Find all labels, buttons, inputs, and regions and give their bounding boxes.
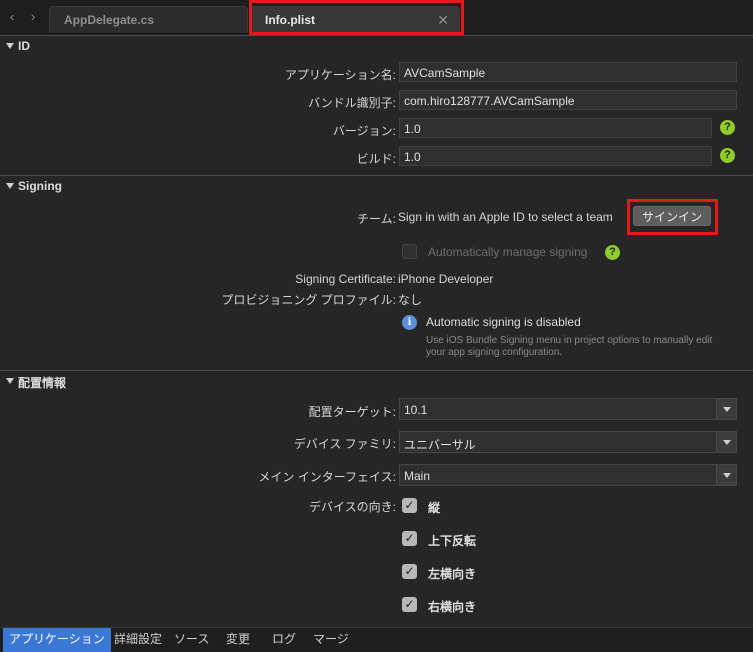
profile-label: プロビジョニング プロファイル: <box>221 293 396 307</box>
team-value: Sign in with an Apple ID to select a tea… <box>398 210 613 224</box>
editor-tab-bar: ‹ › AppDelegate.cs Info.plist ✕ <box>0 0 753 34</box>
target-label: 配置ターゲット: <box>308 405 396 419</box>
auto-manage-label: Automatically manage signing <box>428 245 588 259</box>
bottom-tab-changes[interactable]: 変更 <box>220 628 256 652</box>
bottom-tab-log[interactable]: ログ <box>266 628 302 652</box>
help-icon[interactable]: ? <box>720 120 735 135</box>
family-select[interactable]: ユニバーサル <box>399 431 737 453</box>
orientation-landscape-left-checkbox[interactable]: ✓ <box>402 564 417 579</box>
disclosure-triangle-icon[interactable] <box>6 183 14 189</box>
close-icon[interactable]: ✕ <box>437 12 449 29</box>
tab-info-plist[interactable]: Info.plist ✕ <box>250 6 460 33</box>
section-header-signing[interactable]: Signing <box>0 175 753 195</box>
interface-label: メイン インターフェイス: <box>258 470 396 484</box>
orientation-landscape-left-label: 左横向き <box>428 567 477 581</box>
tab-label: AppDelegate.cs <box>64 13 155 27</box>
info-icon: i <box>402 315 417 330</box>
version-label: バージョン: <box>332 124 396 138</box>
bottom-tab-merge[interactable]: マージ <box>307 628 355 652</box>
section-header-deployment[interactable]: 配置情報 <box>0 370 753 390</box>
tab-label: Info.plist <box>265 13 315 27</box>
help-icon[interactable]: ? <box>720 148 735 163</box>
chevron-down-icon[interactable] <box>716 465 736 485</box>
target-select[interactable]: 10.1 <box>399 398 737 420</box>
bundle-id-label: バンドル識別子: <box>308 96 396 110</box>
orientation-portrait-checkbox[interactable]: ✓ <box>402 498 417 513</box>
chevron-down-icon[interactable] <box>716 432 736 452</box>
team-label: チーム: <box>357 212 396 226</box>
disclosure-triangle-icon[interactable] <box>6 43 14 49</box>
chevron-right-icon[interactable]: › <box>26 9 40 25</box>
app-name-field[interactable]: AVCamSample <box>399 62 737 82</box>
info-title: Automatic signing is disabled <box>426 315 581 329</box>
tab-appdelegate[interactable]: AppDelegate.cs <box>49 6 248 33</box>
help-icon[interactable]: ? <box>605 245 620 260</box>
section-header-id[interactable]: ID <box>0 35 753 55</box>
orientation-portrait-label: 縦 <box>428 501 441 515</box>
profile-value: なし <box>398 293 423 307</box>
orientation-label: デバイスの向き: <box>309 500 396 514</box>
family-label: デバイス ファミリ: <box>293 437 396 451</box>
orientation-upside-down-label: 上下反転 <box>428 534 477 548</box>
info-description: Use iOS Bundle Signing menu in project o… <box>426 335 713 358</box>
orientation-landscape-right-checkbox[interactable]: ✓ <box>402 597 417 612</box>
select-value: Main <box>404 469 431 483</box>
orientation-upside-down-checkbox[interactable]: ✓ <box>402 531 417 546</box>
select-value: ユニバーサル <box>404 438 476 452</box>
build-label: ビルド: <box>356 152 396 166</box>
auto-manage-checkbox[interactable] <box>402 244 417 259</box>
bundle-id-field[interactable]: com.hiro128777.AVCamSample <box>399 90 737 110</box>
section-title: ID <box>18 39 30 53</box>
version-field[interactable]: 1.0 <box>399 118 712 138</box>
bottom-tab-application[interactable]: アプリケーション <box>3 628 111 652</box>
bottom-tab-bar: アプリケーション 詳細設定 ソース 変更 ログ マージ <box>0 627 753 652</box>
cert-value: iPhone Developer <box>398 272 494 286</box>
chevron-left-icon[interactable]: ‹ <box>5 9 19 25</box>
cert-label: Signing Certificate: <box>295 272 396 286</box>
bottom-tab-advanced[interactable]: 詳細設定 <box>108 628 168 652</box>
section-title: 配置情報 <box>18 376 67 390</box>
select-value: 10.1 <box>404 403 428 417</box>
app-name-label: アプリケーション名: <box>284 68 396 82</box>
sign-in-button[interactable]: サインイン <box>633 206 711 226</box>
bottom-tab-source[interactable]: ソース <box>168 628 215 652</box>
chevron-down-icon[interactable] <box>716 399 736 419</box>
disclosure-triangle-icon[interactable] <box>6 378 14 384</box>
orientation-landscape-right-label: 右横向き <box>428 600 477 614</box>
build-field[interactable]: 1.0 <box>399 146 712 166</box>
section-title: Signing <box>18 179 62 193</box>
interface-select[interactable]: Main <box>399 464 737 486</box>
